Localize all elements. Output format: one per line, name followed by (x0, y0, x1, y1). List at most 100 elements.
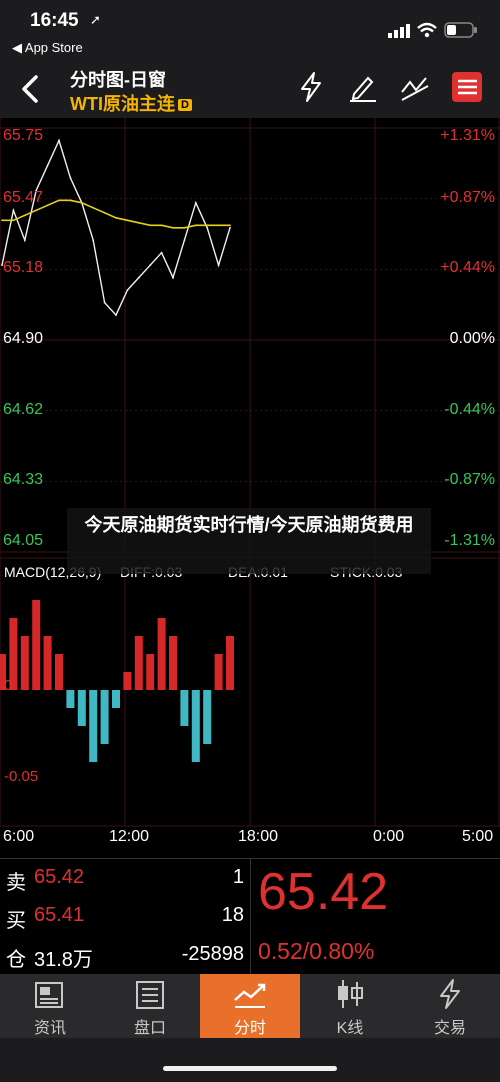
back-to-app-store-link[interactable]: ◀ App Store (12, 40, 83, 56)
pen-icon[interactable] (346, 70, 380, 104)
macd-stick-bar (214, 654, 223, 690)
time-tick: 5:00 (462, 828, 494, 845)
page-title: 分时图-日窗 (70, 70, 166, 90)
timeshare-chart[interactable] (0, 118, 500, 858)
macd-stick-bar (203, 690, 212, 744)
macd-stick-bar (43, 636, 52, 690)
series-point (12, 219, 15, 222)
price-tick-label: 64.33 (3, 471, 44, 489)
series-point (58, 199, 60, 202)
time-tick: 0:00 (373, 828, 405, 845)
series-point (137, 221, 140, 224)
tab-kline[interactable]: K线 (300, 974, 400, 1038)
sell-price: 65.42 (34, 866, 85, 888)
series-point (69, 199, 72, 202)
macd-stick-bar (100, 690, 109, 744)
series-point (1, 219, 3, 222)
series-point (35, 209, 38, 212)
price-tick-label: 65.18 (3, 259, 44, 277)
trade-icon (440, 979, 460, 1009)
wifi-icon (416, 22, 438, 43)
series-point (58, 139, 60, 142)
series-point (194, 224, 197, 227)
macd-zero-label: 0 (4, 677, 13, 694)
draw-line-icon[interactable] (398, 70, 432, 104)
time-tick: 18:00 (238, 828, 279, 845)
buy-price: 65.41 (34, 904, 85, 926)
macd-stick-bar (134, 636, 143, 690)
macd-stick-bar (55, 654, 63, 690)
series-point (126, 219, 129, 222)
series-point (172, 226, 174, 229)
macd-stick-bar (123, 672, 132, 690)
kline-icon (338, 980, 363, 1008)
series-point (23, 214, 26, 217)
percent-tick-label: -0.44% (444, 400, 495, 418)
series-point (46, 164, 49, 167)
price-tick-label: 64.05 (3, 532, 44, 549)
home-indicator-area (0, 1038, 500, 1082)
lightning-icon[interactable] (296, 70, 330, 104)
macd-stick-bar (112, 690, 120, 708)
macd-stick-bar (169, 636, 177, 690)
series-point (206, 224, 209, 227)
series-point (126, 289, 129, 292)
series-point (92, 206, 95, 209)
macd-stick-bar (66, 690, 75, 708)
series-point (46, 204, 49, 207)
percent-tick-label: -1.31% (444, 532, 495, 549)
contract-name[interactable]: WTI原油主连 D (70, 90, 192, 116)
time-tick: 6:00 (3, 828, 35, 845)
percent-tick-label: +0.87% (440, 188, 495, 206)
series-point (229, 226, 231, 229)
price-tick-label: 65.47 (3, 188, 44, 206)
series-point (69, 176, 72, 179)
back-chevron-icon[interactable] (18, 74, 42, 109)
series-point (12, 209, 15, 212)
series-point (115, 314, 117, 316)
series-point (92, 239, 95, 242)
price-tick-label: 64.62 (3, 400, 44, 418)
sell-qty: 1 (232, 866, 244, 888)
tab-orderbook[interactable]: 盘口 (100, 974, 200, 1038)
series-point (206, 226, 209, 229)
percent-tick-label: +0.44% (440, 259, 495, 277)
series-point (80, 201, 83, 204)
series-point (149, 264, 152, 267)
price-series-line (1, 138, 231, 317)
macd-stick-bar (157, 618, 166, 690)
position-label: 仓 (6, 949, 26, 971)
tab-kline-label: K线 (336, 1020, 364, 1037)
series-point (23, 239, 26, 242)
series-point (183, 226, 186, 229)
sell-label: 卖 (6, 872, 26, 894)
series-point (160, 251, 163, 254)
orderbook-icon (136, 981, 164, 1009)
status-time: 16:45 (30, 10, 79, 31)
contract-name-text: WTI原油主连 (70, 94, 175, 114)
menu-icon[interactable] (450, 70, 484, 104)
series-point (115, 216, 117, 219)
series-point (194, 201, 197, 204)
timeshare-icon (234, 983, 266, 1008)
macd-stick-bar (89, 690, 98, 762)
tab-trade-label: 交易 (433, 1020, 466, 1037)
tab-news-label: 资讯 (33, 1020, 66, 1037)
percent-tick-label: 0.00% (449, 330, 495, 347)
last-price: 65.42 (258, 863, 389, 921)
buy-label: 买 (6, 910, 26, 932)
position-change: -25898 (181, 943, 244, 965)
series-point (160, 224, 163, 227)
macd-stick-bar (180, 690, 189, 726)
tab-news[interactable]: 资讯 (0, 974, 100, 1038)
tab-trade[interactable]: 交易 (400, 974, 500, 1038)
macd-stick-bar (32, 600, 41, 690)
series-point (149, 224, 152, 227)
series-point (172, 276, 174, 279)
news-icon (35, 982, 63, 1008)
tab-timeshare[interactable]: 分时 (200, 974, 300, 1038)
percent-tick-label: -0.87% (444, 471, 495, 489)
home-indicator[interactable] (163, 1066, 337, 1071)
tab-orderbook-label: 盘口 (133, 1020, 166, 1037)
macd-stick-bar (20, 636, 29, 690)
